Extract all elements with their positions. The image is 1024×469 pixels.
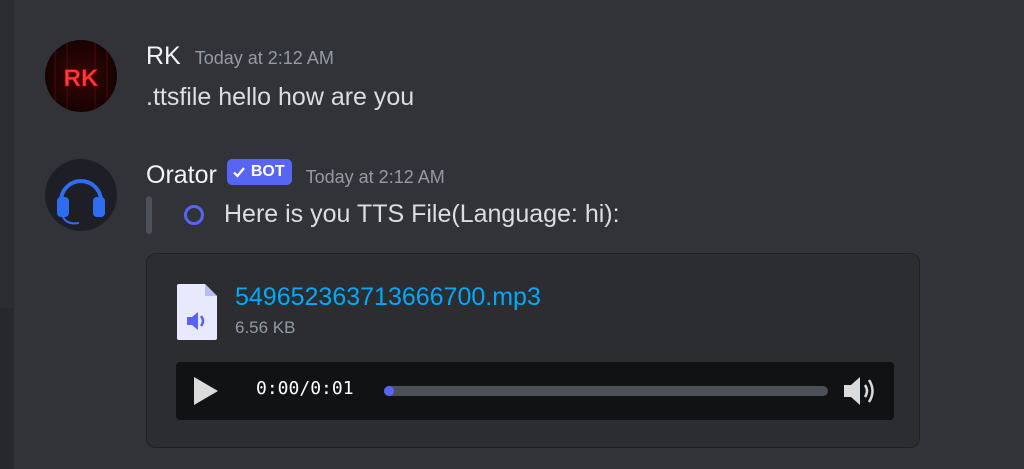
volume-icon[interactable] [842,374,878,413]
time-separator: / [299,378,311,399]
file-size: 6.56 KB [235,318,296,337]
message-header: Orator BOT Today at 2:12 AM [146,159,445,190]
embed-text-label: Here is you TTS File(Language: hi): [224,200,620,228]
chat-area: RK RK Today at 2:12 AM .ttsfile hello ho… [14,0,1024,469]
headphones-icon[interactable] [45,159,117,231]
username[interactable]: Orator [146,161,217,190]
audio-file-icon [175,282,219,347]
bot-tag[interactable]: BOT [226,159,292,185]
current-time: 0:00 [256,378,300,399]
audio-player: 0:00/0:01 [176,362,894,420]
play-icon[interactable] [190,375,222,412]
server-sidebar-lower [0,308,14,469]
file-name-link[interactable]: 549652363713666700.mp3 [235,283,541,312]
embed-text: Here is you TTS File(Language: hi): [184,200,620,229]
time-display: 0:00/0:01 [256,378,354,399]
username[interactable]: RK [146,42,181,71]
progress-slider[interactable] [384,386,828,396]
embed-bar [146,196,152,234]
timestamp[interactable]: Today at 2:12 AM [195,48,334,69]
check-icon [232,165,246,179]
duration: 0:01 [310,378,354,399]
circle-icon [184,204,204,225]
progress-fill [384,386,394,396]
timestamp[interactable]: Today at 2:12 AM [306,167,445,188]
bot-tag-label: BOT [250,163,285,180]
rk-avatar-text: RK [64,65,99,92]
rk-avatar-icon[interactable]: RK [45,40,117,112]
server-sidebar-edge [0,0,14,469]
message-content: .ttsfile hello how are you [146,83,415,111]
message-header: RK Today at 2:12 AM [146,42,334,71]
audio-attachment: 549652363713666700.mp3 6.56 KB 0:00/0:01 [146,253,920,448]
